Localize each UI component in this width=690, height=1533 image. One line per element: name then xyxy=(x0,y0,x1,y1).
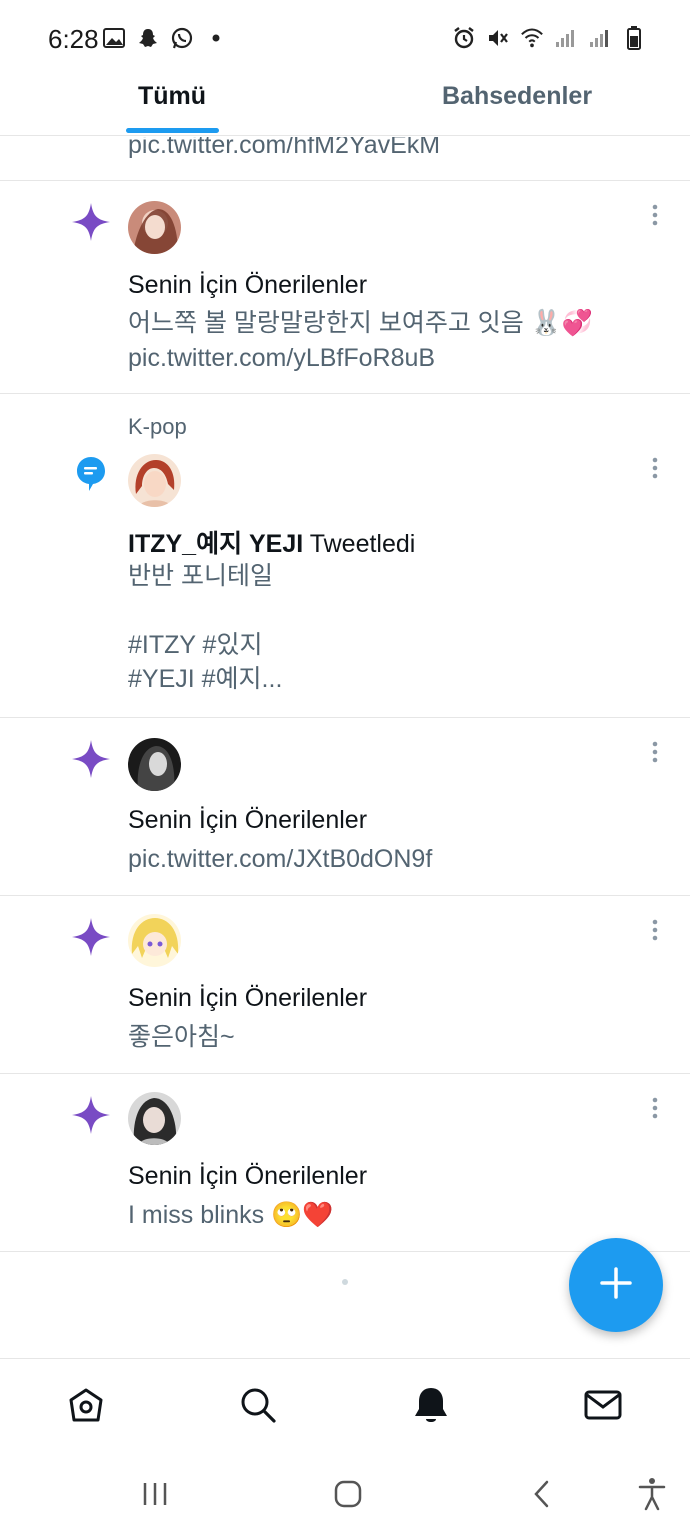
tweet-link[interactable]: pic.twitter.com/yLBfFoR8uB xyxy=(128,341,435,375)
avatar[interactable] xyxy=(128,1092,181,1145)
notification-text: 어느쪽 볼 말랑말랑한지 보여주고 잇음 🐰💞 xyxy=(128,309,593,337)
signal-icon xyxy=(554,26,578,50)
notification-text: I miss blinks 🙄❤️ xyxy=(128,1201,334,1229)
loading-indicator xyxy=(342,1279,348,1285)
accessibility-icon xyxy=(637,1477,667,1516)
more-options-icon[interactable] xyxy=(648,1096,662,1120)
bottom-navigation xyxy=(0,1358,690,1458)
status-right-icons xyxy=(452,26,646,50)
back-button[interactable] xyxy=(522,1476,562,1516)
bell-icon xyxy=(412,1385,450,1430)
more-options-icon[interactable] xyxy=(648,203,662,227)
sparkle-icon xyxy=(70,1094,112,1141)
dot-icon xyxy=(204,26,228,50)
sparkle-icon xyxy=(70,738,112,785)
list-item[interactable]: Senin İçin Önerilenler pic.twitter.com/J… xyxy=(0,718,690,896)
avatar[interactable] xyxy=(128,201,181,254)
topic-context: K-pop xyxy=(128,414,187,439)
notification-text: 반반 포니테일 xyxy=(128,562,273,590)
mute-icon xyxy=(486,26,510,50)
notification-title: ITZY_예지 YEJI Tweetledi xyxy=(128,524,415,560)
list-item[interactable]: K-pop ITZY_예지 YEJI Tweetledi 반반 포니테일 #IT… xyxy=(0,394,690,718)
avatar[interactable] xyxy=(128,914,181,967)
status-bar: 6:28 xyxy=(0,0,690,78)
notification-title: Senin İçin Önerilenler xyxy=(128,271,368,299)
search-icon xyxy=(239,1386,277,1429)
status-left-icons xyxy=(102,26,228,50)
accessibility-button[interactable] xyxy=(632,1476,672,1516)
tweet-link[interactable]: pic.twitter.com/JXtB0dON9f xyxy=(128,842,432,876)
sparkle-icon xyxy=(70,916,112,963)
notification-title: Senin İçin Önerilenler xyxy=(128,984,368,1012)
recents-icon xyxy=(140,1481,170,1512)
more-options-icon[interactable] xyxy=(648,918,662,942)
wifi-icon xyxy=(520,26,544,50)
whatsapp-icon xyxy=(170,26,194,50)
active-tab-indicator xyxy=(126,128,219,133)
system-navigation xyxy=(0,1458,690,1533)
list-item[interactable]: pic.twitter.com/hfM2YavEkM xyxy=(0,137,690,181)
notification-text: 좋은아침~ xyxy=(128,1023,235,1051)
more-options-icon[interactable] xyxy=(648,456,662,480)
snapchat-icon xyxy=(136,26,160,50)
gallery-icon xyxy=(102,26,126,50)
notification-tabs: Tümü Bahsedenler xyxy=(0,78,690,136)
avatar[interactable] xyxy=(128,738,181,791)
notification-title: Senin İçin Önerilenler xyxy=(128,1162,368,1190)
home-circle-icon xyxy=(333,1479,363,1514)
speech-bubble-icon xyxy=(76,456,106,497)
avatar[interactable] xyxy=(128,454,181,507)
nav-search[interactable] xyxy=(238,1387,278,1427)
recents-button[interactable] xyxy=(135,1476,175,1516)
nav-notifications[interactable] xyxy=(411,1387,451,1427)
status-time: 6:28 xyxy=(48,24,99,54)
list-item[interactable]: Senin İçin Önerilenler 좋은아침~ xyxy=(0,896,690,1074)
nav-home[interactable] xyxy=(66,1387,106,1427)
back-icon xyxy=(531,1479,553,1514)
battery-icon xyxy=(622,26,646,50)
mail-icon xyxy=(584,1389,622,1426)
list-item[interactable]: Senin İçin Önerilenler 어느쪽 볼 말랑말랑한지 보여주고… xyxy=(0,181,690,394)
signal-icon-2 xyxy=(588,26,612,50)
home-system-button[interactable] xyxy=(328,1476,368,1516)
nav-messages[interactable] xyxy=(583,1387,623,1427)
hashtag-line[interactable]: #YEJI #예지... xyxy=(128,662,282,696)
sparkle-icon xyxy=(70,201,112,248)
home-icon xyxy=(67,1386,105,1429)
compose-button[interactable] xyxy=(569,1238,663,1332)
author-name[interactable]: ITZY_예지 YEJI xyxy=(128,530,303,558)
tweet-link[interactable]: pic.twitter.com/hfM2YavEkM xyxy=(128,137,440,160)
alarm-icon xyxy=(452,26,476,50)
tab-mentions[interactable]: Bahsedenler xyxy=(442,78,592,136)
plus-icon xyxy=(599,1266,633,1305)
list-item[interactable]: Senin İçin Önerilenler I miss blinks 🙄❤️ xyxy=(0,1074,690,1252)
hashtag-line[interactable]: #ITZY #있지 xyxy=(128,628,262,662)
more-options-icon[interactable] xyxy=(648,740,662,764)
action-text: Tweetledi xyxy=(303,530,416,558)
notification-title: Senin İçin Önerilenler xyxy=(128,806,368,834)
notification-feed[interactable]: pic.twitter.com/hfM2YavEkM Senin İçin Ön… xyxy=(0,137,690,1252)
